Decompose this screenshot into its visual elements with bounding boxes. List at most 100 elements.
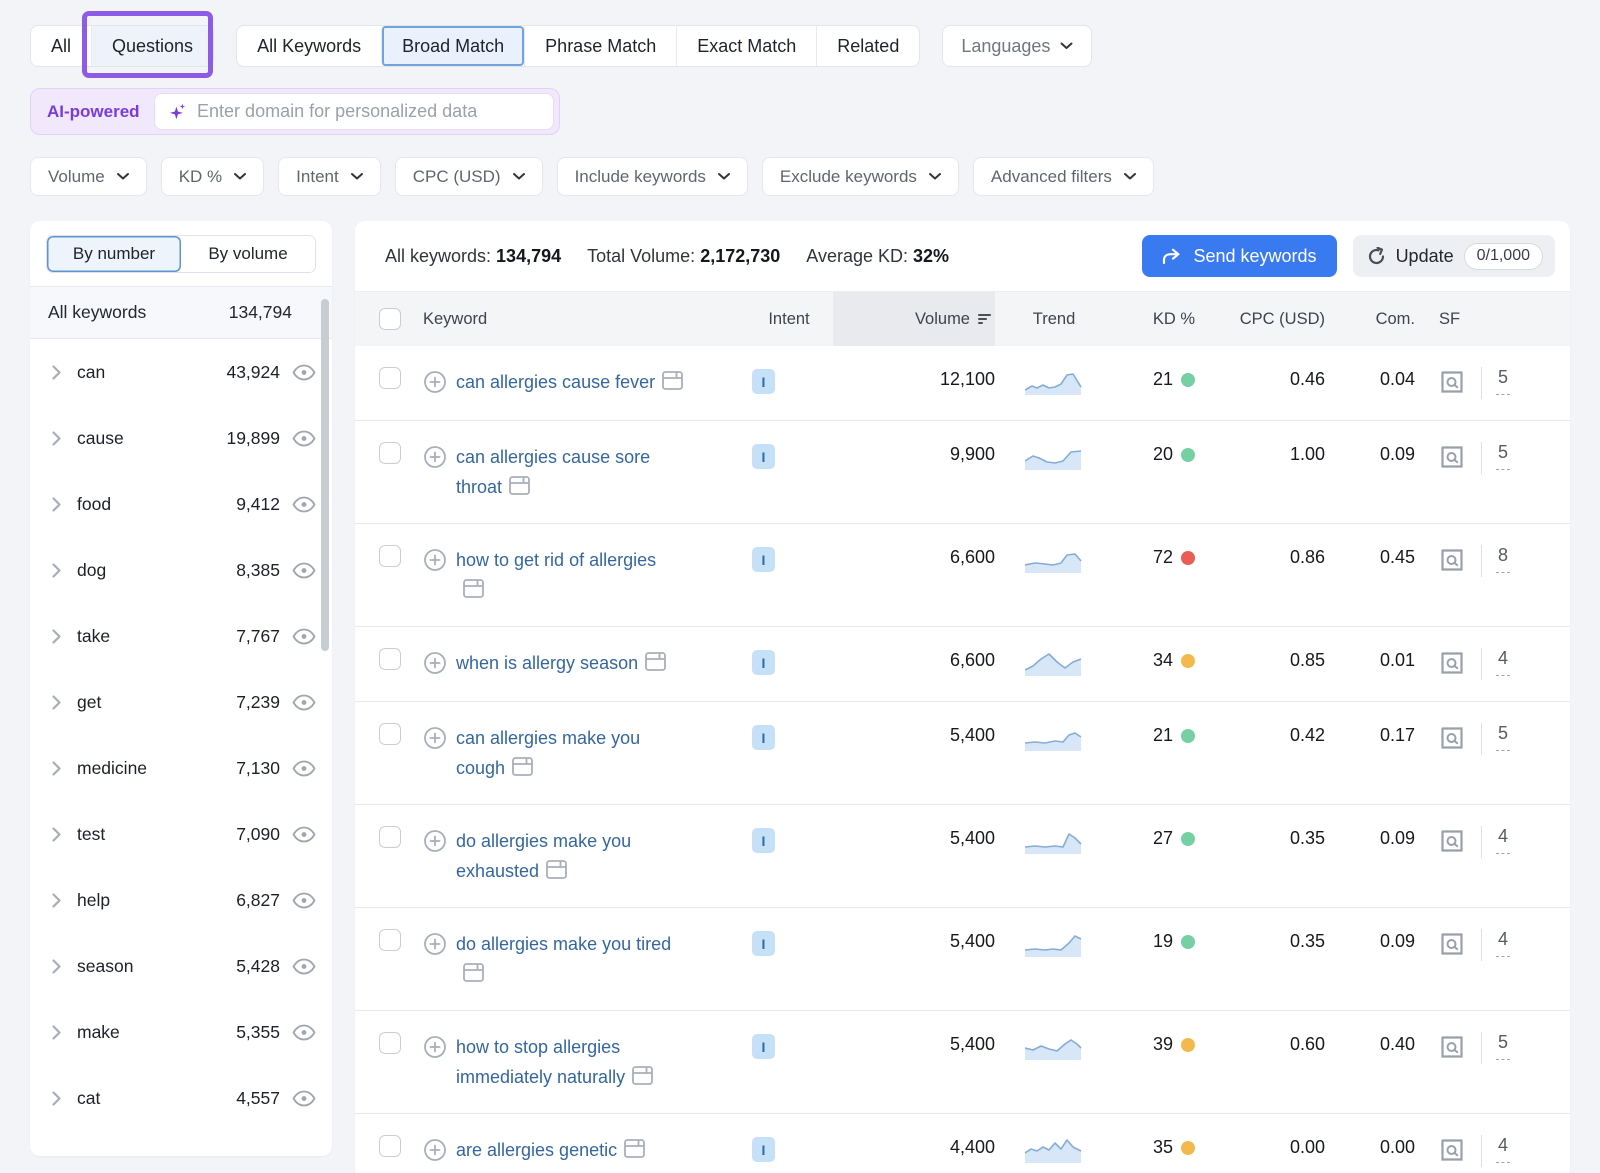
sidebar-item-help[interactable]: help6,827: [30, 867, 332, 933]
column-header-keyword[interactable]: Keyword: [423, 292, 745, 346]
keyword-link[interactable]: how to get rid of allergies: [456, 545, 684, 605]
serp-features-icon[interactable]: [463, 963, 484, 982]
filter-kd[interactable]: KD %: [161, 157, 264, 196]
languages-dropdown[interactable]: Languages: [942, 25, 1092, 67]
column-header-kd[interactable]: KD %: [1113, 292, 1195, 346]
intent-badge[interactable]: I: [752, 444, 775, 469]
sidebar-item-food[interactable]: food9,412: [30, 471, 332, 537]
column-header-volume[interactable]: Volume: [833, 292, 995, 346]
chevron-right-icon[interactable]: [52, 563, 61, 578]
sidebar-item-cat[interactable]: cat4,557: [30, 1065, 332, 1131]
sf-value[interactable]: 4: [1496, 1135, 1510, 1163]
keyword-link[interactable]: are allergies genetic: [456, 1135, 645, 1165]
serp-preview-icon[interactable]: [1439, 1036, 1465, 1058]
intent-badge[interactable]: I: [752, 1137, 775, 1162]
serp-features-icon[interactable]: [546, 860, 567, 879]
serp-preview-icon[interactable]: [1439, 371, 1465, 393]
keyword-link[interactable]: do allergies make you exhausted: [456, 826, 684, 886]
eye-toggle[interactable]: [292, 694, 316, 711]
serp-features-icon[interactable]: [662, 371, 683, 390]
chevron-right-icon[interactable]: [52, 497, 61, 512]
column-header-intent[interactable]: Intent: [745, 292, 833, 346]
eye-toggle[interactable]: [292, 430, 316, 447]
by-number-toggle[interactable]: By number: [47, 236, 181, 272]
add-keyword-icon[interactable]: [423, 829, 447, 853]
intent-badge[interactable]: I: [752, 725, 775, 750]
intent-badge[interactable]: I: [752, 931, 775, 956]
eye-icon[interactable]: [292, 1024, 316, 1041]
chevron-right-icon[interactable]: [52, 365, 61, 380]
sf-value[interactable]: 4: [1496, 929, 1510, 957]
sf-value[interactable]: 5: [1496, 442, 1510, 470]
sidebar-item-season[interactable]: season5,428: [30, 933, 332, 999]
tab-questions[interactable]: Questions: [91, 26, 213, 66]
filter-include-keywords[interactable]: Include keywords: [557, 157, 748, 196]
add-keyword-icon[interactable]: [423, 445, 447, 469]
sidebar-item-cause[interactable]: cause19,899: [30, 405, 332, 471]
serp-preview-icon[interactable]: [1439, 933, 1465, 955]
serp-features-icon[interactable]: [624, 1139, 645, 1158]
row-checkbox[interactable]: [379, 1032, 401, 1054]
eye-icon[interactable]: [292, 958, 316, 975]
eye-icon[interactable]: [292, 628, 316, 645]
tab-exact-match[interactable]: Exact Match: [676, 26, 816, 66]
sidebar-item-medicine[interactable]: medicine7,130: [30, 735, 332, 801]
intent-badge[interactable]: I: [752, 650, 775, 675]
column-header-cpc[interactable]: CPC (USD): [1195, 292, 1325, 346]
sidebar-item-get[interactable]: get7,239: [30, 669, 332, 735]
column-header-sf[interactable]: SF: [1415, 292, 1546, 346]
eye-toggle[interactable]: [292, 892, 316, 909]
sidebar-scrollbar[interactable]: [321, 299, 329, 651]
all-keywords-group-row[interactable]: All keywords 134,794: [30, 287, 332, 339]
serp-preview-icon[interactable]: [1439, 652, 1465, 674]
intent-badge[interactable]: I: [752, 1034, 775, 1059]
update-button[interactable]: Update 0/1,000: [1353, 235, 1555, 277]
serp-features-icon[interactable]: [632, 1066, 653, 1085]
add-keyword-icon[interactable]: [423, 932, 447, 956]
add-keyword-icon[interactable]: [423, 370, 447, 394]
chevron-right-icon[interactable]: [52, 893, 61, 908]
keyword-link[interactable]: do allergies make you tired: [456, 929, 684, 989]
filter-intent[interactable]: Intent: [278, 157, 381, 196]
chevron-right-icon[interactable]: [52, 629, 61, 644]
chevron-right-icon[interactable]: [52, 695, 61, 710]
tab-phrase-match[interactable]: Phrase Match: [524, 26, 676, 66]
chevron-right-icon[interactable]: [52, 1091, 61, 1106]
eye-icon[interactable]: [292, 364, 316, 381]
tab-all-keywords[interactable]: All Keywords: [237, 26, 381, 66]
eye-toggle[interactable]: [292, 958, 316, 975]
row-checkbox[interactable]: [379, 648, 401, 670]
sidebar-item-can[interactable]: can43,924: [30, 339, 332, 405]
chevron-right-icon[interactable]: [52, 431, 61, 446]
filter-advanced[interactable]: Advanced filters: [973, 157, 1154, 196]
keyword-link[interactable]: can allergies cause sore throat: [456, 442, 684, 502]
sf-value[interactable]: 5: [1496, 723, 1510, 751]
chevron-right-icon[interactable]: [52, 827, 61, 842]
sf-value[interactable]: 8: [1496, 545, 1510, 573]
eye-toggle[interactable]: [292, 826, 316, 843]
sidebar-item-dog[interactable]: dog8,385: [30, 537, 332, 603]
filter-cpc[interactable]: CPC (USD): [395, 157, 543, 196]
sf-value[interactable]: 5: [1496, 1032, 1510, 1060]
chevron-right-icon[interactable]: [52, 959, 61, 974]
sf-value[interactable]: 4: [1496, 826, 1510, 854]
eye-icon[interactable]: [292, 1090, 316, 1107]
eye-icon[interactable]: [292, 892, 316, 909]
column-header-trend[interactable]: Trend: [995, 292, 1113, 346]
filter-exclude-keywords[interactable]: Exclude keywords: [762, 157, 959, 196]
add-keyword-icon[interactable]: [423, 548, 447, 572]
eye-toggle[interactable]: [292, 562, 316, 579]
eye-toggle[interactable]: [292, 496, 316, 513]
tab-all[interactable]: All: [31, 26, 91, 66]
row-checkbox[interactable]: [379, 545, 401, 567]
filter-volume[interactable]: Volume: [30, 157, 147, 196]
keyword-link[interactable]: can allergies cause fever: [456, 367, 683, 397]
row-checkbox[interactable]: [379, 1135, 401, 1157]
keyword-link[interactable]: can allergies make you cough: [456, 723, 684, 783]
row-checkbox[interactable]: [379, 367, 401, 389]
serp-features-icon[interactable]: [512, 757, 533, 776]
eye-icon[interactable]: [292, 496, 316, 513]
keyword-link[interactable]: how to stop allergies immediately natura…: [456, 1032, 684, 1092]
row-checkbox[interactable]: [379, 442, 401, 464]
eye-icon[interactable]: [292, 826, 316, 843]
